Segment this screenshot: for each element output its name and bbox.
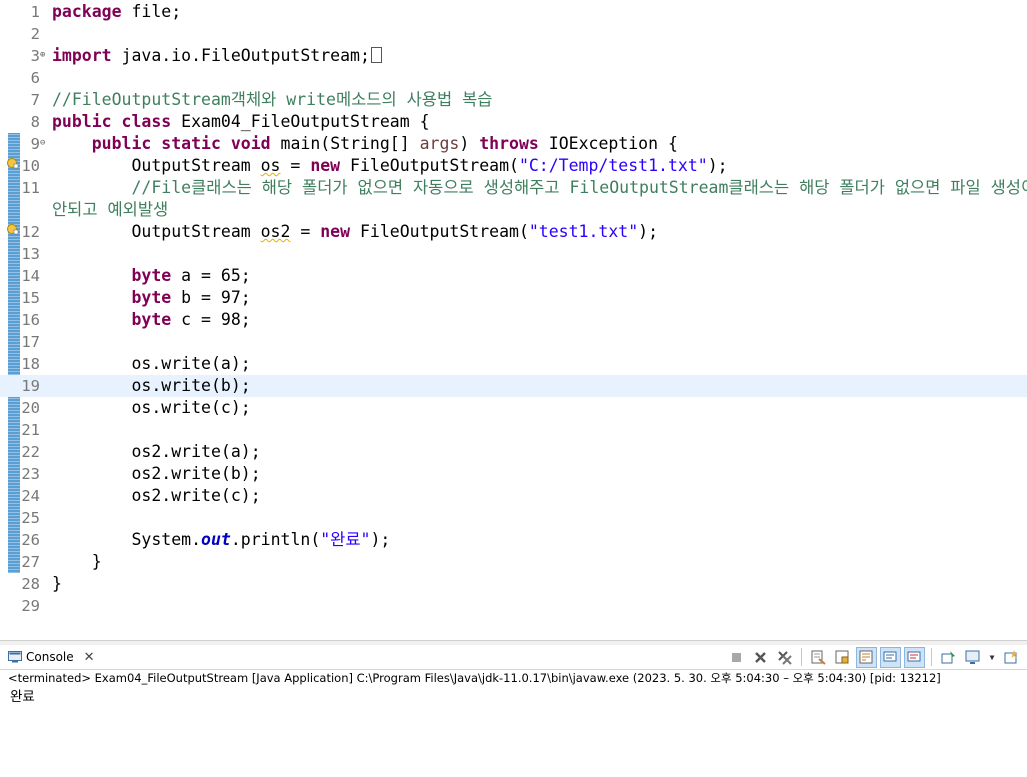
- code-line[interactable]: 26 System.out.println("완료");: [0, 529, 1027, 551]
- line-number: 3: [30, 47, 40, 65]
- word-wrap-icon[interactable]: [856, 646, 877, 668]
- code-line[interactable]: 20 os.write(c);: [0, 397, 1027, 419]
- line-number: 1: [30, 3, 40, 21]
- line-number: 25: [21, 509, 40, 527]
- folded-imports-icon[interactable]: [370, 47, 382, 63]
- line-number: 14: [21, 267, 40, 285]
- pin-console-icon[interactable]: [938, 647, 959, 668]
- line-number: 12: [21, 223, 40, 241]
- code-line[interactable]: 7 //FileOutputStream객체와 write메소드의 사용법 복습: [0, 89, 1027, 111]
- code-editor[interactable]: 1 package file; 2 3 ⊕ import java.io.Fil…: [0, 0, 1027, 640]
- line-number: 11: [21, 179, 40, 197]
- code-line[interactable]: 10 OutputStream os = new FileOutputStrea…: [0, 155, 1027, 177]
- open-console-icon[interactable]: [1001, 647, 1022, 668]
- comment: //FileOutputStream객체와 write메소드의 사용법 복습: [52, 90, 493, 109]
- code-line[interactable]: 6: [0, 67, 1027, 89]
- expand-fold-icon[interactable]: ⊕: [40, 50, 45, 60]
- code-line[interactable]: 14 byte a = 65;: [0, 265, 1027, 287]
- console-status-line: <terminated> Exam04_FileOutputStream [Ja…: [8, 671, 941, 685]
- keyword: package: [52, 2, 122, 21]
- line-number: 24: [21, 487, 40, 505]
- show-on-stderr-icon[interactable]: [904, 646, 925, 668]
- line-number: 13: [21, 245, 40, 263]
- code-line[interactable]: 17: [0, 331, 1027, 353]
- line-number: 8: [30, 113, 40, 131]
- code-line[interactable]: 24 os2.write(c);: [0, 485, 1027, 507]
- line-number: 16: [21, 311, 40, 329]
- remove-all-icon[interactable]: [774, 647, 795, 668]
- close-icon[interactable]: ✕: [84, 650, 95, 665]
- console-output[interactable]: 완료: [10, 688, 35, 706]
- toolbar-separator: [931, 648, 932, 666]
- line-number: 17: [21, 333, 40, 351]
- code-line[interactable]: 11 //File클래스는 해당 폴더가 없으면 자동으로 생성해주고 File…: [0, 177, 1027, 199]
- code-line-wrap[interactable]: 안되고 예외발생: [0, 199, 1027, 221]
- code-line[interactable]: 29: [0, 595, 1027, 617]
- terminate-icon[interactable]: [726, 647, 747, 668]
- code-line[interactable]: 1 package file;: [0, 1, 1027, 23]
- line-number: 27: [21, 553, 40, 571]
- line-number: 9: [30, 135, 40, 153]
- clear-console-icon[interactable]: [808, 647, 829, 668]
- line-number: 6: [30, 69, 40, 87]
- code-line[interactable]: 27 }: [0, 551, 1027, 573]
- console-icon: [8, 651, 22, 663]
- toolbar-separator: [801, 648, 802, 666]
- current-line[interactable]: 19 os.write(b);: [0, 375, 1027, 397]
- line-number: 2: [30, 25, 40, 43]
- code-line[interactable]: 16 byte c = 98;: [0, 309, 1027, 331]
- console-toolbar: ▼ ▼: [726, 645, 1027, 669]
- line-number: 19: [21, 377, 40, 395]
- remove-launch-icon[interactable]: [750, 647, 771, 668]
- comment: //File클래스는 해당 폴더가 없으면 자동으로 생성해주고 FileOut…: [131, 178, 1027, 197]
- line-number: 15: [21, 289, 40, 307]
- display-console-icon[interactable]: [962, 647, 983, 668]
- code-line[interactable]: 8 public class Exam04_FileOutputStream {: [0, 111, 1027, 133]
- code-line[interactable]: 22 os2.write(a);: [0, 441, 1027, 463]
- keyword: import: [52, 46, 112, 65]
- line-number: 29: [21, 597, 40, 615]
- console-tab-label: Console: [26, 650, 74, 664]
- console-tab[interactable]: Console ✕: [8, 646, 95, 668]
- code-line[interactable]: 2: [0, 23, 1027, 45]
- collapse-fold-icon[interactable]: ⊖: [40, 138, 45, 148]
- show-on-stdout-icon[interactable]: [880, 646, 901, 668]
- line-number: 21: [21, 421, 40, 439]
- chevron-down-icon[interactable]: ▼: [986, 647, 998, 668]
- line-number: 10: [21, 157, 40, 175]
- code-line[interactable]: 13: [0, 243, 1027, 265]
- code-line[interactable]: 23 os2.write(b);: [0, 463, 1027, 485]
- line-number: 26: [21, 531, 40, 549]
- line-number: 28: [21, 575, 40, 593]
- line-number: 20: [21, 399, 40, 417]
- line-number: 7: [30, 91, 40, 109]
- code-line[interactable]: 28 }: [0, 573, 1027, 595]
- line-number: 22: [21, 443, 40, 461]
- code-line[interactable]: 18 os.write(a);: [0, 353, 1027, 375]
- line-number: 23: [21, 465, 40, 483]
- comment: 안되고 예외발생: [52, 200, 169, 219]
- code-line[interactable]: 15 byte b = 97;: [0, 287, 1027, 309]
- code-line[interactable]: 9 ⊖ public static void main(String[] arg…: [0, 133, 1027, 155]
- code-line[interactable]: 21: [0, 419, 1027, 441]
- code-line[interactable]: 3 ⊕ import java.io.FileOutputStream;: [0, 45, 1027, 67]
- code-line[interactable]: 25: [0, 507, 1027, 529]
- code-line[interactable]: 12 OutputStream os2 = new FileOutputStre…: [0, 221, 1027, 243]
- scroll-lock-icon[interactable]: [832, 647, 853, 668]
- line-number: 18: [21, 355, 40, 373]
